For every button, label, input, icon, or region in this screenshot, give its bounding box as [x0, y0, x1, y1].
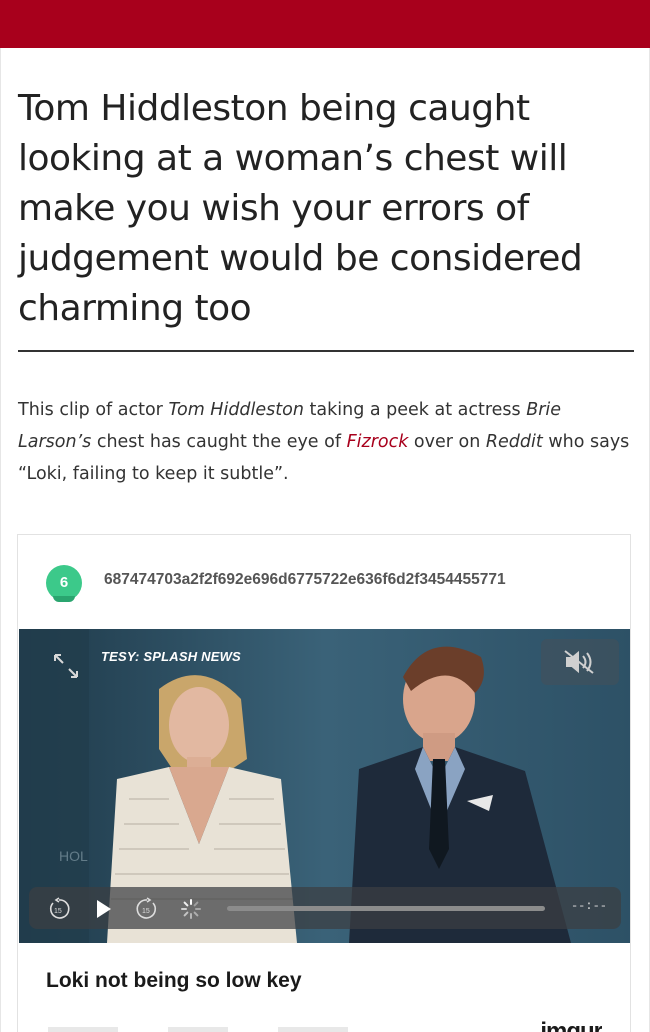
mute-icon [564, 650, 594, 674]
site-name: Reddit [485, 432, 543, 452]
reddit-user-link[interactable]: Fizrock [347, 432, 409, 452]
post-caption: Loki not being so low key [46, 969, 302, 992]
video-controls: 15 15 --:-- [29, 887, 621, 929]
expand-icon[interactable] [49, 649, 83, 683]
intro-text-3: chest has caught the eye of [91, 432, 347, 452]
intro-text-1: This clip of actor [18, 400, 169, 420]
headline-divider [18, 350, 634, 352]
svg-text:HOL: HOL [59, 848, 88, 864]
intro-text-4: over on [408, 432, 486, 452]
post-id-link[interactable]: 687474703a2f2f692e696d6775722e636f6d2f34… [104, 571, 506, 589]
forward-15-icon[interactable]: 15 [135, 897, 159, 921]
video-watermark: TESY: SPLASH NEWS [101, 649, 241, 664]
play-icon[interactable] [91, 897, 115, 921]
imgur-logo[interactable]: imgur [540, 1015, 602, 1032]
mute-button[interactable] [541, 639, 619, 685]
svg-text:15: 15 [142, 908, 150, 915]
article-intro: This clip of actor Tom Hiddleston taking… [18, 394, 630, 490]
article-headline: Tom Hiddleston being caught looking at a… [18, 88, 583, 329]
progress-bar[interactable] [227, 906, 545, 911]
post-meta-row [48, 1027, 368, 1032]
rewind-15-icon[interactable]: 15 [47, 897, 71, 921]
video-player[interactable]: HOL TESY: SPLASH NEWS 15 15 --:-- [19, 629, 630, 943]
imgur-embed-card: 6 687474703a2f2f692e696d6775722e636f6d2f… [17, 534, 631, 1032]
site-header-bar [0, 0, 650, 48]
actor-name: Tom Hiddleston [168, 400, 304, 420]
loading-spinner-icon [181, 899, 201, 919]
svg-text:15: 15 [54, 908, 62, 915]
score-badge[interactable]: 6 [46, 565, 82, 602]
time-readout: --:-- [570, 899, 607, 913]
intro-text-2: taking a peek at actress [303, 400, 527, 420]
